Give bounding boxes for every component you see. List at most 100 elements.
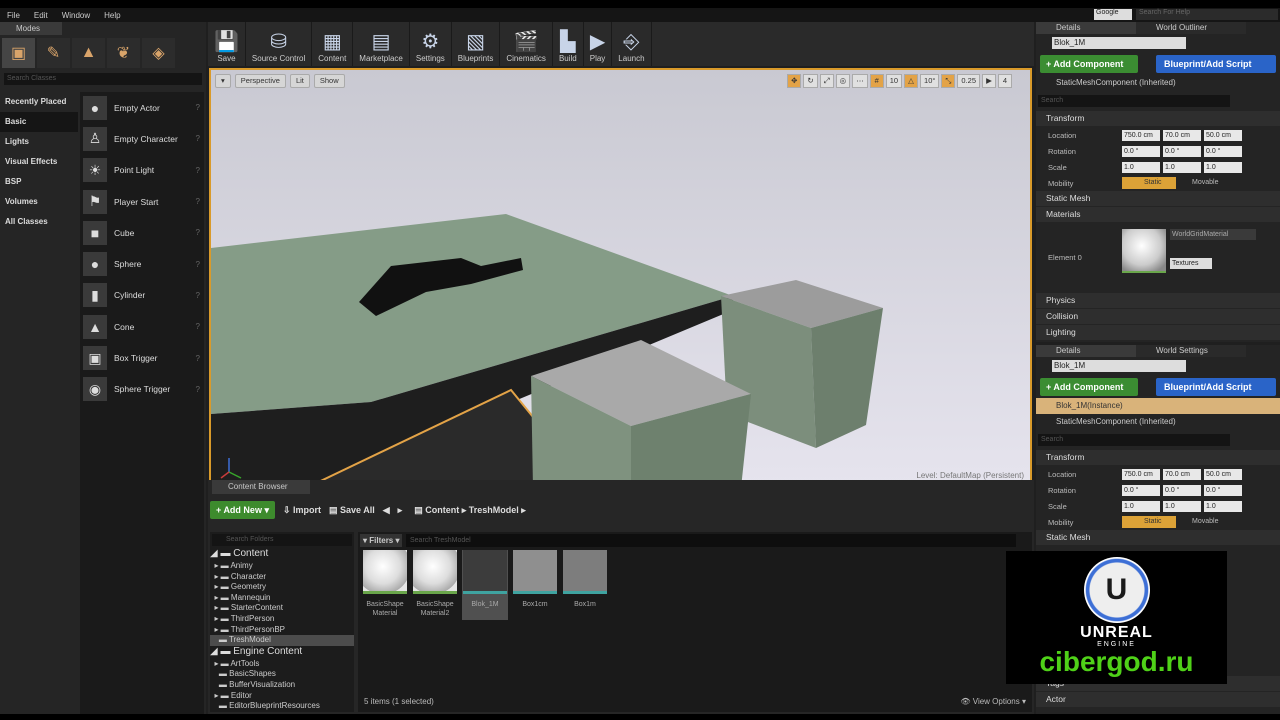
section-materials[interactable]: Materials [1036,207,1280,222]
search-folders-input[interactable]: Search Folders [212,534,352,546]
blueprint-add-script-button[interactable]: Blueprint/Add Script [1156,55,1276,73]
category-basic[interactable]: Basic [0,112,78,132]
world-local-icon[interactable]: ◎ [835,74,851,88]
tab-world-outliner[interactable]: World Outliner [1136,22,1246,34]
category-visual-effects[interactable]: Visual Effects [0,152,78,172]
camera-speed-value[interactable]: 4 [998,74,1012,88]
level-viewport[interactable]: ▾ Perspective Lit Show ✥ ↻ ⤢ ◎ ⋯ # 10 △ … [209,68,1032,486]
modes-tab[interactable]: Modes [0,22,62,35]
add-new-button[interactable]: + Add New ▾ [210,501,275,519]
actor-name-field[interactable]: Blok_1M [1052,37,1186,49]
perspective-button[interactable]: Perspective [234,74,286,88]
class-item-player-start[interactable]: ⚑ Player Start? [80,186,204,217]
asset-tile[interactable]: Box1cm [512,550,558,609]
menu-window[interactable]: Window [55,11,97,20]
help-icon[interactable]: ? [196,134,200,143]
section-static-mesh[interactable]: Static Mesh [1036,191,1280,206]
tab-details[interactable]: Details [1036,345,1136,357]
movable-toggle[interactable]: Movable [1176,516,1230,528]
help-icon[interactable]: ? [196,103,200,112]
section-transform[interactable]: Transform [1036,111,1280,126]
section-physics[interactable]: Physics [1036,293,1280,308]
folder-item[interactable]: ▬ BasicShapes [210,669,354,680]
build-button[interactable]: ▙ Build [553,22,584,66]
class-search-input[interactable]: Search Classes [4,73,202,85]
help-icon[interactable]: ? [196,228,200,237]
landscape-mode-icon[interactable]: ▲ [72,38,105,68]
folder-item[interactable]: ▸ ▬ Character [210,572,354,583]
section-collision[interactable]: Collision [1036,309,1280,324]
place-mode-icon[interactable]: ▣ [2,38,35,68]
help-icon[interactable]: ? [196,354,200,363]
asset-tile[interactable]: BasicShape Material [362,550,408,618]
scale-icon[interactable]: ⤢ [819,74,834,88]
geometry-mode-icon[interactable]: ◈ [142,38,175,68]
play-button[interactable]: ▶ Play [584,22,613,66]
launch-button[interactable]: ⎆ Launch [612,22,652,66]
help-icon[interactable]: ? [196,385,200,394]
save-button[interactable]: 💾 Save [208,22,246,66]
search-assets-input[interactable]: Search TreshModel [406,534,1016,547]
folder-item[interactable]: ▬ EditorBlueprintResources [210,701,354,712]
folder-content[interactable]: ◢ ▬ Content [210,548,354,561]
menu-file[interactable]: File [0,11,27,20]
cinematics-button[interactable]: 🎬 Cinematics [500,22,553,66]
scale-snap-icon[interactable]: ⤡ [941,74,956,88]
asset-tile[interactable]: Box1m [562,550,608,609]
folder-item[interactable]: ▸ ▬ ThirdPersonBP [210,625,354,636]
material-thumbnail[interactable] [1122,229,1166,273]
back-arrow-icon[interactable]: ◀ [383,505,390,516]
section-transform[interactable]: Transform [1036,450,1280,465]
help-icon[interactable]: ? [196,260,200,269]
category-volumes[interactable]: Volumes [0,192,78,212]
rotation-snap-value[interactable]: 10° [920,74,940,88]
category-recently-placed[interactable]: Recently Placed [0,92,78,112]
help-icon[interactable]: ? [196,291,200,300]
folder-item[interactable]: ▸ ▬ StarterContent [210,603,354,614]
source-control-button[interactable]: ⛁ Source Control [246,22,313,66]
folder-item[interactable]: ▸ ▬ Editor [210,691,354,702]
filters-button[interactable]: ▾ Filters ▾ [360,534,402,547]
search-provider-select[interactable]: Google [1094,9,1132,20]
category-all-classes[interactable]: All Classes [0,212,78,232]
help-icon[interactable]: ? [196,322,200,331]
content-button[interactable]: ▦ Content [312,22,354,66]
grid-snap-value[interactable]: 10 [885,74,903,88]
section-static-mesh[interactable]: Static Mesh [1036,530,1280,545]
component-item[interactable]: StaticMeshComponent (Inherited) [1036,414,1280,430]
viewport-options-button[interactable]: ▾ [215,74,231,88]
material-select[interactable]: WorldGridMaterial [1170,229,1256,240]
class-item-point-light[interactable]: ☀ Point Light? [80,155,204,186]
blueprint-add-script-button[interactable]: Blueprint/Add Script [1156,378,1276,396]
lit-button[interactable]: Lit [289,74,310,88]
class-item-empty-character[interactable]: ♙ Empty Character? [80,123,204,154]
folder-engine-content[interactable]: ◢ ▬ Engine Content [210,646,354,659]
tab-details[interactable]: Details [1036,22,1136,34]
folder-item[interactable]: ▸ ▬ Geometry [210,582,354,593]
class-item-cone[interactable]: ▲ Cone? [80,311,204,342]
camera-speed-icon[interactable]: ▶ [982,74,996,88]
add-component-button[interactable]: + Add Component [1040,55,1138,73]
folder-item[interactable]: ▸ ▬ Animy [210,561,354,572]
blueprints-button[interactable]: ▧ Blueprints [452,22,501,66]
class-item-sphere-trigger[interactable]: ◉ Sphere Trigger? [80,374,204,405]
actor-name-field[interactable]: Blok_1M [1052,360,1186,372]
surface-snap-icon[interactable]: ⋯ [852,74,868,88]
translate-icon[interactable]: ✥ [787,74,802,88]
folder-item[interactable]: ▬ BufferVisualization [210,680,354,691]
view-options-button[interactable]: 👁 View Options ▾ [960,697,1026,706]
menu-edit[interactable]: Edit [27,11,55,20]
tab-world-settings[interactable]: World Settings [1136,345,1246,357]
folder-item[interactable]: ▸ ▬ Mannequin [210,593,354,604]
section-lighting[interactable]: Lighting [1036,325,1280,340]
breadcrumb-content[interactable]: Content [425,505,459,515]
help-icon[interactable]: ? [196,197,200,206]
category-bsp[interactable]: BSP [0,172,78,192]
menu-help[interactable]: Help [97,11,127,20]
scale-snap-value[interactable]: 0.25 [957,74,980,88]
forward-arrow-icon[interactable]: ▸ [398,505,403,516]
movable-toggle[interactable]: Movable [1176,177,1230,189]
marketplace-button[interactable]: ▤ Marketplace [353,22,410,66]
category-lights[interactable]: Lights [0,132,78,152]
grid-snap-icon[interactable]: # [869,74,884,88]
